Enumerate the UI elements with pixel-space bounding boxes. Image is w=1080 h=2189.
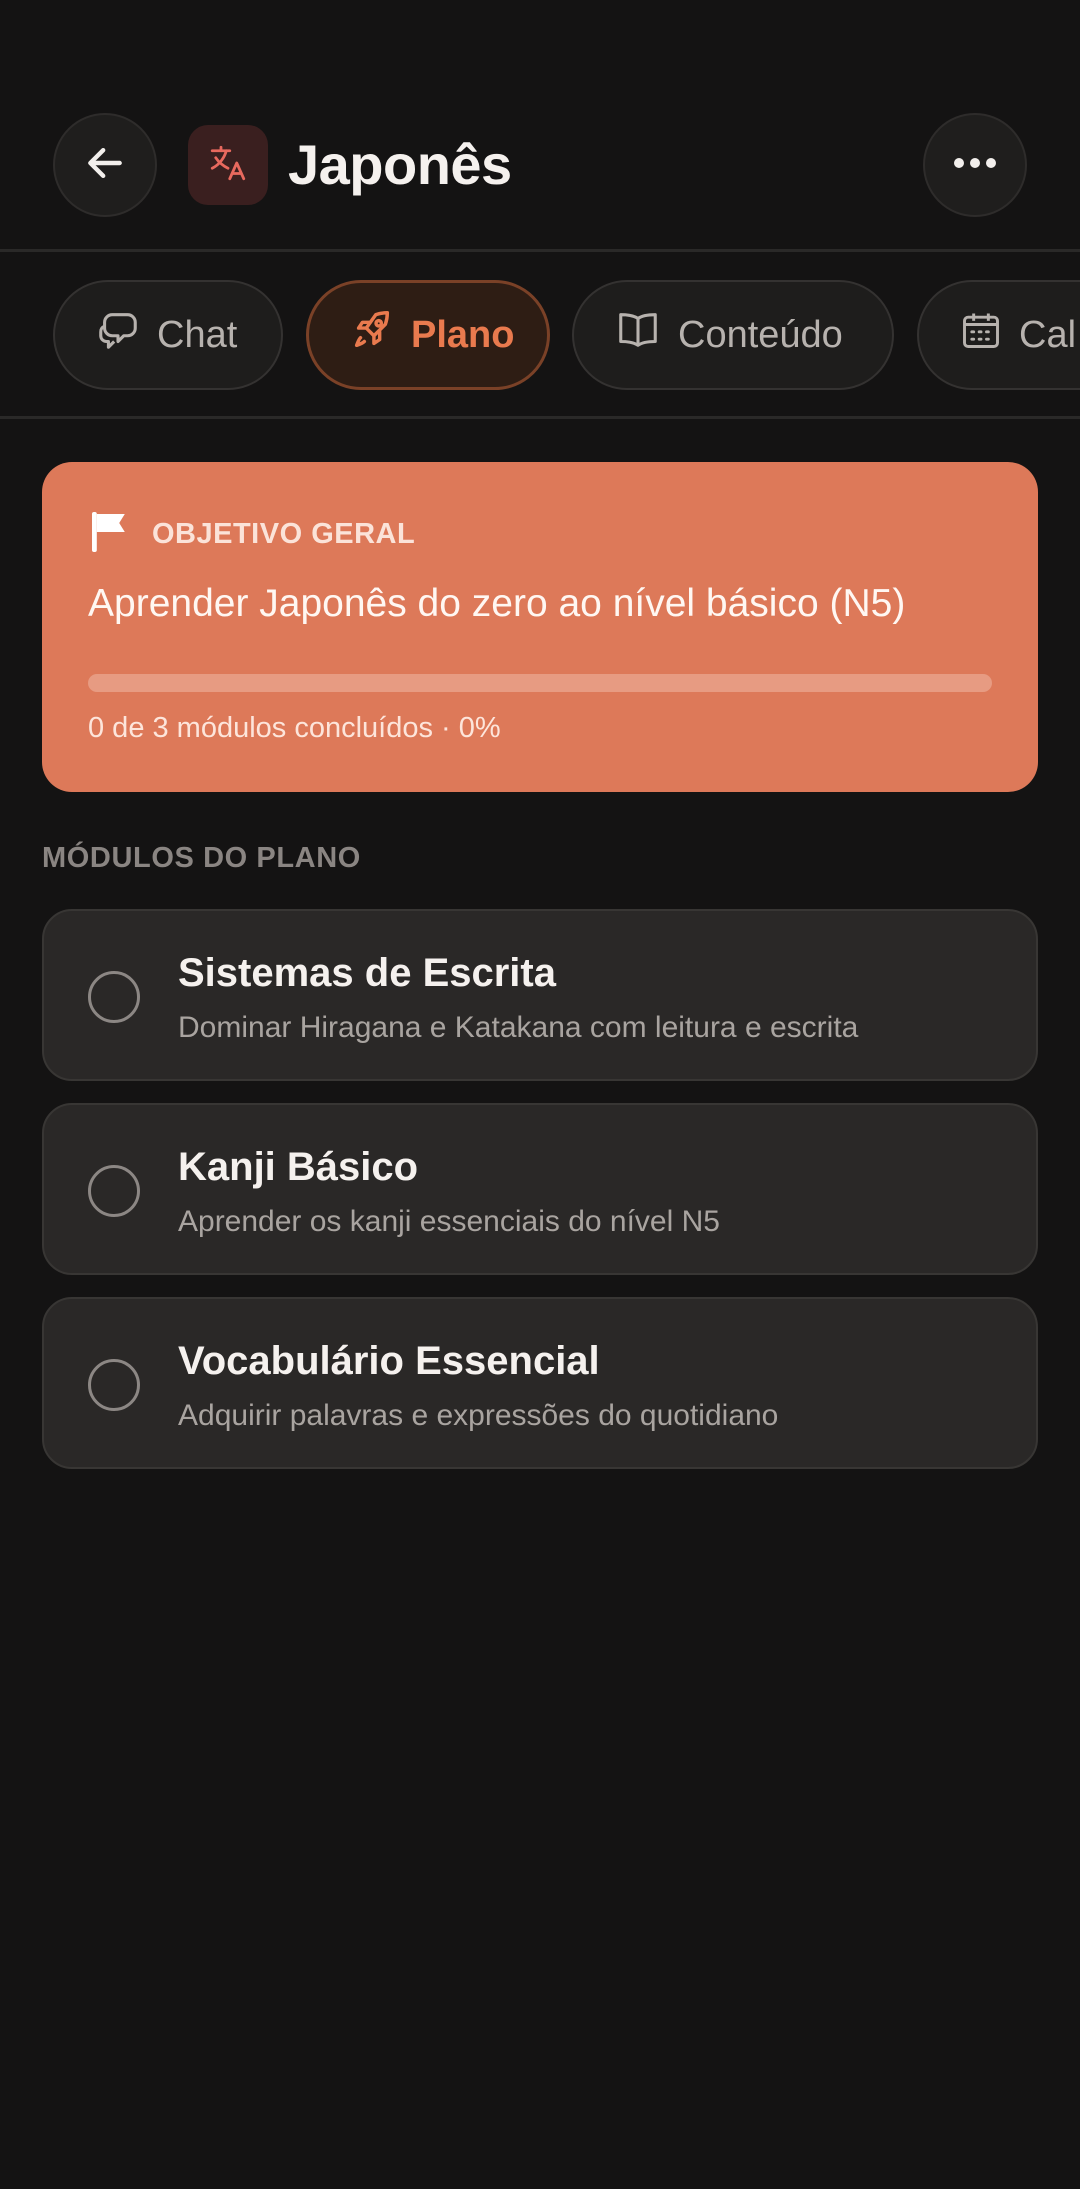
module-title: Vocabulário Essencial <box>178 1339 600 1383</box>
app-icon <box>188 125 268 205</box>
module-description: Dominar Hiragana e Katakana com leitura … <box>178 1011 859 1044</box>
tab-conteudo[interactable]: Conteúdo <box>572 280 894 390</box>
chat-bubbles-icon <box>95 307 141 363</box>
goal-label: OBJETIVO GERAL <box>152 518 416 550</box>
module-card[interactable]: Sistemas de Escrita Dominar Hiragana e K… <box>42 909 1038 1081</box>
section-title: MÓDULOS DO PLANO <box>42 842 361 874</box>
goal-text: Aprender Japonês do zero ao nível básico… <box>88 582 906 625</box>
header: Japonês <box>0 0 1080 250</box>
goal-status: 0 de 3 módulos concluídos · 0% <box>88 712 501 744</box>
calendar-icon <box>959 308 1003 362</box>
tab-label: Chat <box>157 313 238 356</box>
module-checkbox[interactable] <box>88 1359 140 1411</box>
more-options-button[interactable] <box>923 113 1027 217</box>
translate-icon <box>207 142 249 189</box>
module-checkbox[interactable] <box>88 971 140 1023</box>
tab-label: Conteúdo <box>678 313 843 356</box>
tabs-divider <box>0 416 1080 419</box>
tab-bar: Chat Plano Conteúdo Cal <box>0 252 1080 416</box>
tab-label: Plano <box>411 313 515 356</box>
arrow-left-icon <box>83 141 127 190</box>
module-description: Adquirir palavras e expressões do quotid… <box>178 1399 779 1432</box>
module-card[interactable]: Kanji Básico Aprender os kanji essenciai… <box>42 1103 1038 1275</box>
tab-plano[interactable]: Plano <box>306 280 550 390</box>
tab-chat[interactable]: Chat <box>53 280 283 390</box>
app-screen: Japonês Chat Plano Conteúdo Cal OBJETIVO… <box>0 0 1080 2189</box>
tab-label: Cal <box>1019 313 1077 356</box>
flag-icon <box>90 510 130 559</box>
module-description: Aprender os kanji essenciais do nível N5 <box>178 1205 720 1238</box>
rocket-icon <box>349 307 395 363</box>
tab-calendario[interactable]: Cal <box>917 280 1080 390</box>
page-title: Japonês <box>288 133 512 196</box>
ellipsis-icon <box>952 156 998 175</box>
module-card[interactable]: Vocabulário Essencial Adquirir palavras … <box>42 1297 1038 1469</box>
module-title: Sistemas de Escrita <box>178 951 556 995</box>
goal-header: OBJETIVO GERAL <box>90 510 415 559</box>
book-open-icon <box>614 307 662 363</box>
module-checkbox[interactable] <box>88 1165 140 1217</box>
goal-progress-bar <box>88 674 992 692</box>
goal-card: OBJETIVO GERAL Aprender Japonês do zero … <box>42 462 1038 792</box>
back-button[interactable] <box>53 113 157 217</box>
module-title: Kanji Básico <box>178 1145 419 1189</box>
